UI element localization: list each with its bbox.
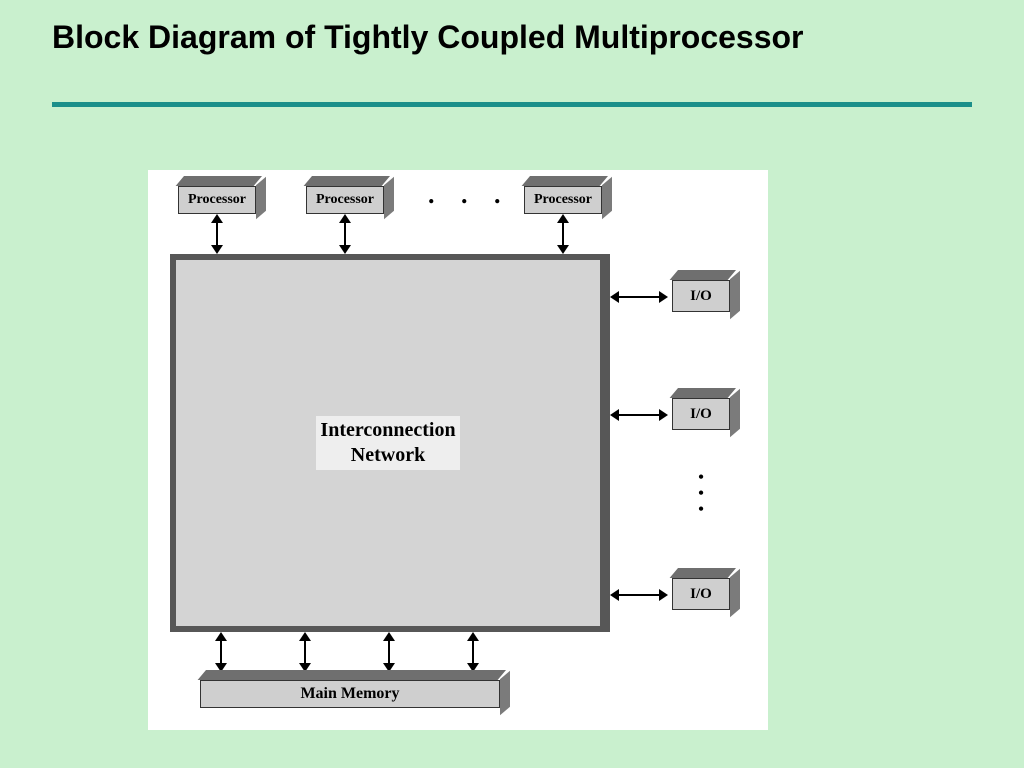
io-ellipsis: ••• — [696, 470, 706, 518]
main-memory-label: Main Memory — [300, 685, 399, 703]
processor-label: Processor — [316, 192, 374, 208]
slide-title: Block Diagram of Tightly Coupled Multipr… — [52, 18, 804, 56]
io-label: I/O — [690, 406, 712, 423]
diagram-canvas: Processor Processor . . . Processor Inte… — [148, 170, 768, 730]
title-underline — [52, 102, 972, 107]
bidir-arrow-icon — [208, 214, 226, 254]
interconnection-network-label: Interconnection Network — [316, 416, 459, 470]
label-line: Network — [351, 444, 425, 466]
label-line: Interconnection — [320, 419, 455, 441]
io-label: I/O — [690, 586, 712, 603]
bidir-arrow-icon — [380, 632, 398, 672]
bidir-arrow-icon — [610, 288, 668, 306]
processor-label: Processor — [534, 192, 592, 208]
bidir-arrow-icon — [212, 632, 230, 672]
bidir-arrow-icon — [336, 214, 354, 254]
io-label: I/O — [690, 288, 712, 305]
processor-ellipsis: . . . — [428, 180, 511, 210]
bidir-arrow-icon — [296, 632, 314, 672]
interconnection-network-block: Interconnection Network — [170, 254, 610, 632]
bidir-arrow-icon — [464, 632, 482, 672]
bidir-arrow-icon — [554, 214, 572, 254]
bidir-arrow-icon — [610, 586, 668, 604]
bidir-arrow-icon — [610, 406, 668, 424]
processor-label: Processor — [188, 192, 246, 208]
